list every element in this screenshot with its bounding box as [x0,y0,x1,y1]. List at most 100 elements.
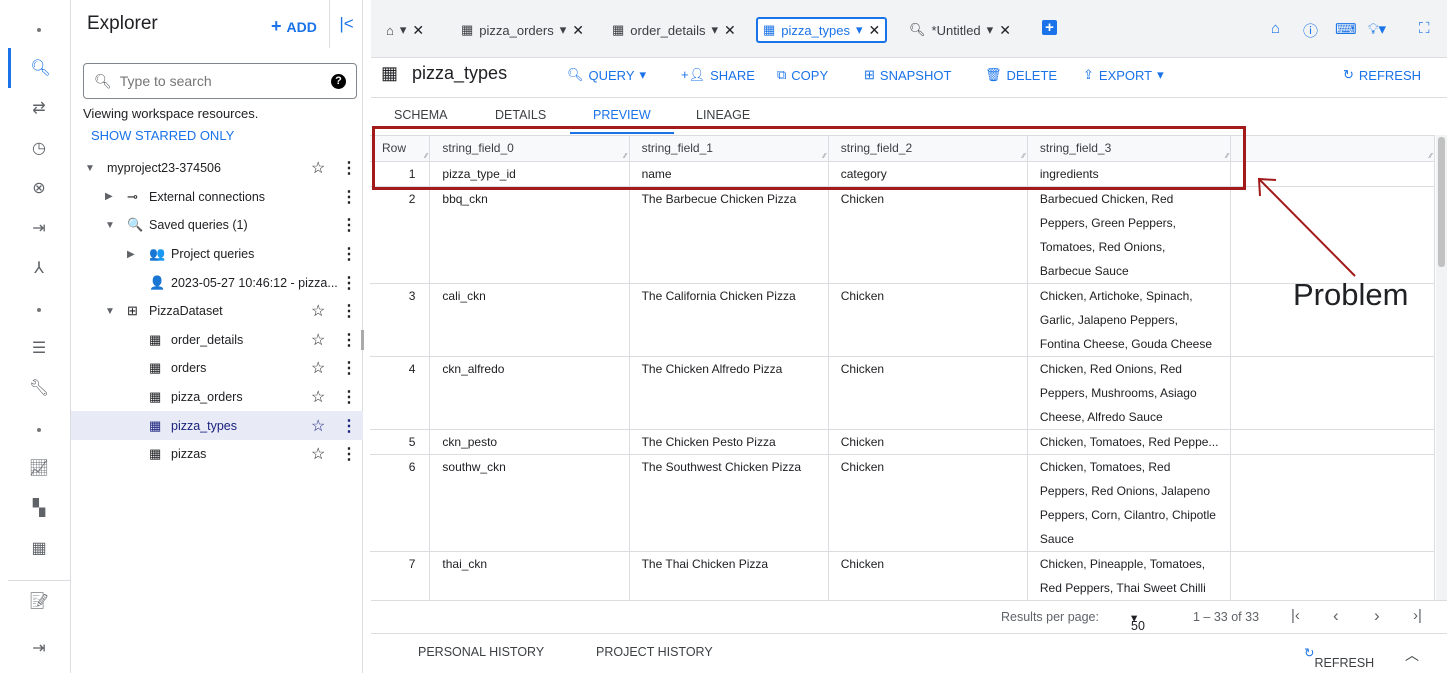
chevron-down-icon[interactable]: ▾ [711,22,718,38]
more-vert-icon[interactable]: ⋮ [341,301,357,321]
export-button[interactable]: ⇪ EXPORT ▾ [1083,67,1164,83]
personal-history-tab[interactable]: PERSONAL HISTORY [418,645,544,659]
more-vert-icon[interactable]: ⋮ [341,273,357,293]
panel-resize-handle[interactable] [361,330,364,350]
previous-page-icon[interactable]: ‹ [1333,606,1339,626]
dot-icon [8,290,70,330]
empty-cell [1230,356,1435,430]
last-page-icon[interactable]: ›| [1413,607,1422,624]
transfer-icon[interactable]: ⇄ [8,88,70,128]
query-button[interactable]: 🔍︎ QUERY ▾ [567,67,646,83]
more-vert-icon[interactable]: ⋮ [341,387,357,407]
next-page-icon[interactable]: › [1374,606,1380,626]
chevron-down-icon[interactable]: ▾ [560,22,567,38]
tree-item[interactable]: ▼ ⊞ PizzaDataset ☆ ⋮ [71,297,363,326]
caret-right-icon[interactable]: ▶ [127,249,135,260]
more-vert-icon[interactable]: ⋮ [341,244,357,264]
more-vert-icon[interactable]: ⋮ [341,416,357,436]
more-vert-icon[interactable]: ⋮ [341,444,357,464]
tab-order-details[interactable]: ▦ order_details ▾ ✕ [607,17,741,43]
tab-home[interactable]: ⌂ ▾ ✕ [381,17,429,43]
search-icon[interactable]: 🔍︎ [8,48,70,88]
tree-item[interactable]: ▶ ⊸ External connections ⋮ [71,183,363,212]
star-icon[interactable]: ☆ [311,444,325,464]
star-icon[interactable]: ☆ [311,358,325,378]
close-icon[interactable]: ✕ [868,22,880,39]
close-icon[interactable]: ✕ [999,22,1011,39]
tree-item[interactable]: 👤 2023-05-27 10:46:12 - pizza... ⋮ [71,268,363,297]
search-input[interactable] [119,73,323,89]
star-icon[interactable]: ☆ [311,416,325,436]
add-button[interactable]: + ADD [271,16,317,37]
chevron-down-icon[interactable]: ▾ [856,22,863,38]
clock-icon[interactable]: ◷ [8,128,70,168]
history-refresh-button[interactable]: ↻ REFRESH [1304,645,1374,670]
chart-icon[interactable]: 📈︎ [8,448,70,488]
expand-icon[interactable]: ⇥ [8,628,70,668]
table-icon[interactable]: ▦ [8,528,70,568]
copy-button[interactable]: ⧉ COPY [777,67,828,83]
tree-item[interactable]: ▼ 🔍 Saved queries (1) ⋮ [71,211,363,240]
close-icon[interactable]: ✕ [724,22,736,39]
tree-item[interactable]: ▼ myproject23-374506 ☆ ⋮ [71,154,363,183]
share-button[interactable]: +👤︎ SHARE [681,67,755,83]
caret-down-icon[interactable]: ▼ [85,163,95,174]
tab-pizza-orders[interactable]: ▦ pizza_orders ▾ ✕ [456,17,589,43]
dot-icon [37,428,41,432]
more-vert-icon[interactable]: ⋮ [341,158,357,178]
wrench-icon[interactable]: 🔧︎ [8,368,70,408]
delete-button[interactable]: 🗑︎ DELETE [985,67,1057,83]
new-tab-plus-icon[interactable]: + [1042,20,1057,35]
tree-item[interactable]: ▦ orders ☆ ⋮ [71,354,363,383]
info-icon[interactable]: ⓘ [1303,20,1318,41]
more-vert-icon[interactable]: ⋮ [341,358,357,378]
caret-right-icon[interactable]: ▶ [105,191,113,202]
fullscreen-icon[interactable]: ⛶ [1419,20,1430,37]
vertical-scrollbar[interactable] [1436,135,1447,600]
star-icon[interactable]: ☆ [311,158,325,178]
close-icon[interactable]: ✕ [412,22,424,39]
analytics-hub-icon[interactable]: ⊗ [8,168,70,208]
results-per-page-select[interactable]: 50 ▾ [1131,610,1145,633]
project-history-tab[interactable]: PROJECT HISTORY [596,645,713,659]
snapshot-button[interactable]: ⊞ SNAPSHOT [864,67,951,83]
refresh-button[interactable]: ↻ REFRESH [1343,67,1421,83]
notes-icon[interactable]: 📝︎ [8,580,70,620]
table-cell: bbq_ckn [429,186,630,284]
lightbulb-icon[interactable]: 💡︎▾ [1368,20,1386,38]
tab-untitled[interactable]: 🔍︎ *Untitled ▾ ✕ [904,17,1016,43]
tab-pizza-types[interactable]: ▦ pizza_types ▾ ✕ [756,17,888,43]
tree-item[interactable]: ▦ pizza_types ☆ ⋮ [71,411,363,440]
dataflow-icon[interactable]: ⇥ [8,208,70,248]
snapshot-icon: ⊞ [864,67,875,82]
more-vert-icon[interactable]: ⋮ [341,215,357,235]
list-icon[interactable]: ☰ [8,328,70,368]
chevron-down-icon[interactable]: ▾ [987,22,994,38]
keyboard-icon[interactable]: ⌨ [1335,20,1357,38]
chevron-up-icon[interactable]: ︿ [1405,645,1419,665]
star-icon[interactable]: ☆ [311,301,325,321]
tree-item[interactable]: ▦ pizzas ☆ ⋮ [71,440,363,469]
more-vert-icon[interactable]: ⋮ [341,187,357,207]
tree-item[interactable]: ▶ 👥 Project queries ⋮ [71,240,363,269]
home-icon[interactable]: ⌂ [1271,20,1280,37]
collapse-panel-icon[interactable]: |< [329,0,363,48]
star-icon[interactable]: ☆ [311,330,325,350]
tree-item-label: 2023-05-27 10:46:12 - pizza... [171,275,338,290]
dashboard-icon[interactable]: ▚ [8,488,70,528]
tree-item[interactable]: ▦ pizza_orders ☆ ⋮ [71,383,363,412]
star-icon[interactable]: ☆ [311,387,325,407]
tab-bar: ⌂ ▾ ✕ ▦ pizza_orders ▾ ✕ ▦ order_details ▾ ✕ ▦ pi… [371,0,1447,58]
dataform-icon[interactable]: ⅄ [8,248,70,288]
chevron-down-icon[interactable]: ▾ [400,22,407,38]
show-starred-link[interactable]: SHOW STARRED ONLY [91,128,234,143]
table-icon: ▦ [381,63,399,83]
caret-down-icon[interactable]: ▼ [105,220,115,231]
close-icon[interactable]: ✕ [572,22,584,39]
first-page-icon[interactable]: |‹ [1291,607,1300,624]
more-vert-icon[interactable]: ⋮ [341,330,357,350]
help-icon[interactable]: ? [331,73,346,89]
caret-down-icon[interactable]: ▼ [105,306,115,317]
tab-label: *Untitled [931,22,981,38]
tree-item[interactable]: ▦ order_details ☆ ⋮ [71,326,363,355]
